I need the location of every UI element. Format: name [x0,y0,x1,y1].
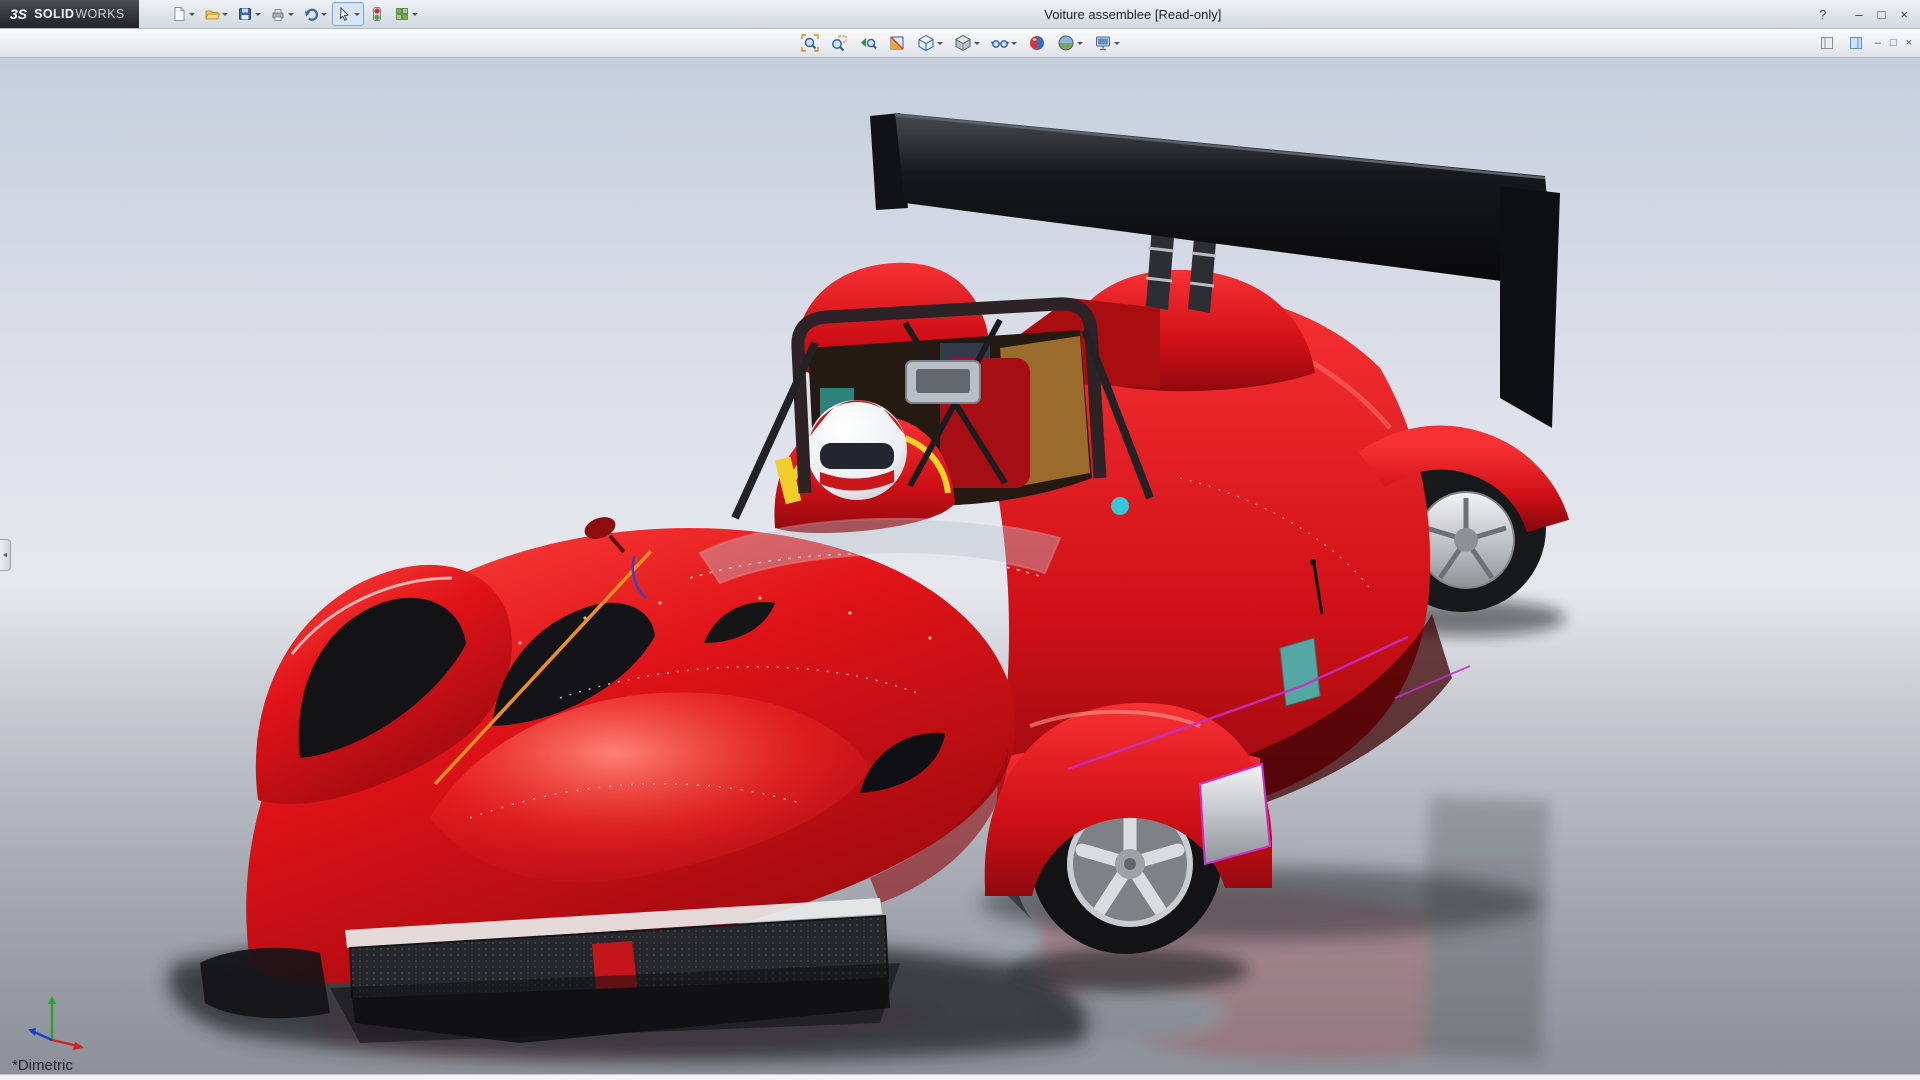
status-bar [0,1074,1920,1080]
new-document-button[interactable] [167,2,199,26]
restore-button[interactable]: □ [1878,8,1886,21]
select-cursor-icon [336,6,352,22]
open-button[interactable] [200,2,232,26]
save-dropdown-icon[interactable] [255,13,261,19]
apply-scene-button[interactable] [1054,31,1086,55]
close-button[interactable]: × [1900,8,1908,21]
help-button[interactable]: ? [1819,8,1826,21]
driver-helmet [807,400,907,500]
view-orientation-dropdown-icon[interactable] [937,42,943,48]
options-button[interactable] [390,2,422,26]
apply-scene-dropdown-icon[interactable] [1077,42,1083,48]
standard-toolbar [167,2,422,26]
graphics-area[interactable]: ◄ *Dimetric [0,58,1920,1074]
section-view-icon [888,34,906,52]
open-dropdown-icon[interactable] [222,13,228,19]
undo-button[interactable] [299,2,331,26]
hide-show-items-button[interactable] [988,31,1020,55]
save-icon [237,6,253,22]
feature-pane-icon [1820,36,1834,50]
minimize-button[interactable]: – [1855,8,1862,21]
edit-appearance-button[interactable] [1025,31,1049,55]
open-icon [204,6,220,22]
apply-scene-icon [1057,34,1075,52]
model-voiture-assemblee[interactable] [0,58,1920,1074]
title-bar: 3S SOLID WORKS [0,0,1920,29]
display-style-icon [954,34,972,52]
feature-pane-button[interactable] [1817,31,1837,55]
previous-view-button[interactable] [856,31,880,55]
document-close-button[interactable]: × [1906,38,1912,49]
edit-appearance-icon [1028,34,1046,52]
rearview-mirror[interactable] [906,361,980,403]
feature-panel-collapse-tab[interactable]: ◄ [0,539,11,571]
document-minimize-button[interactable]: – [1875,38,1881,49]
view-settings-button[interactable] [1091,31,1123,55]
zoom-to-fit-button[interactable] [798,31,822,55]
brand-works: WORKS [75,7,124,21]
brand-solid: SOLID [34,7,74,21]
solidworks-logo: 3S SOLID WORKS [0,0,139,28]
orientation-triad [22,992,86,1052]
window-title: Voiture assemblee [Read-only] [1044,7,1221,22]
save-button[interactable] [233,2,265,26]
options-dropdown-icon[interactable] [412,13,418,19]
hide-show-items-icon [991,34,1009,52]
previous-view-icon [859,34,877,52]
select-button[interactable] [332,2,364,26]
rebuild-icon [369,6,385,22]
zoom-to-fit-icon [801,34,819,52]
hide-show-dropdown-icon[interactable] [1011,42,1017,48]
new-document-icon [171,6,187,22]
undo-icon [303,6,319,22]
rebuild-button[interactable] [365,2,389,26]
display-pane-icon [1849,36,1863,50]
zoom-to-area-button[interactable] [827,31,851,55]
display-pane-button[interactable] [1846,31,1866,55]
print-icon [270,6,286,22]
solidworks-logo-mark: 3S [10,6,27,22]
section-view-button[interactable] [885,31,909,55]
select-dropdown-icon[interactable] [354,13,360,19]
view-toolbar-strip: – □ × [0,29,1920,58]
new-dropdown-icon[interactable] [189,13,195,19]
strip-right-controls: – □ × [1817,31,1912,55]
axis-x [52,1040,78,1046]
print-dropdown-icon[interactable] [288,13,294,19]
view-orientation-label: *Dimetric [12,1057,73,1074]
view-orientation-button[interactable] [914,31,946,55]
view-orientation-icon [917,34,935,52]
view-settings-icon [1094,34,1112,52]
document-restore-button[interactable]: □ [1890,38,1897,49]
axis-z [34,1032,52,1040]
undo-dropdown-icon[interactable] [321,13,327,19]
display-style-dropdown-icon[interactable] [974,42,980,48]
display-style-button[interactable] [951,31,983,55]
view-settings-dropdown-icon[interactable] [1114,42,1120,48]
print-button[interactable] [266,2,298,26]
heads-up-view-toolbar [798,31,1123,55]
options-icon [394,6,410,22]
window-controls: ? – □ × [1819,8,1920,21]
zoom-to-area-icon [830,34,848,52]
